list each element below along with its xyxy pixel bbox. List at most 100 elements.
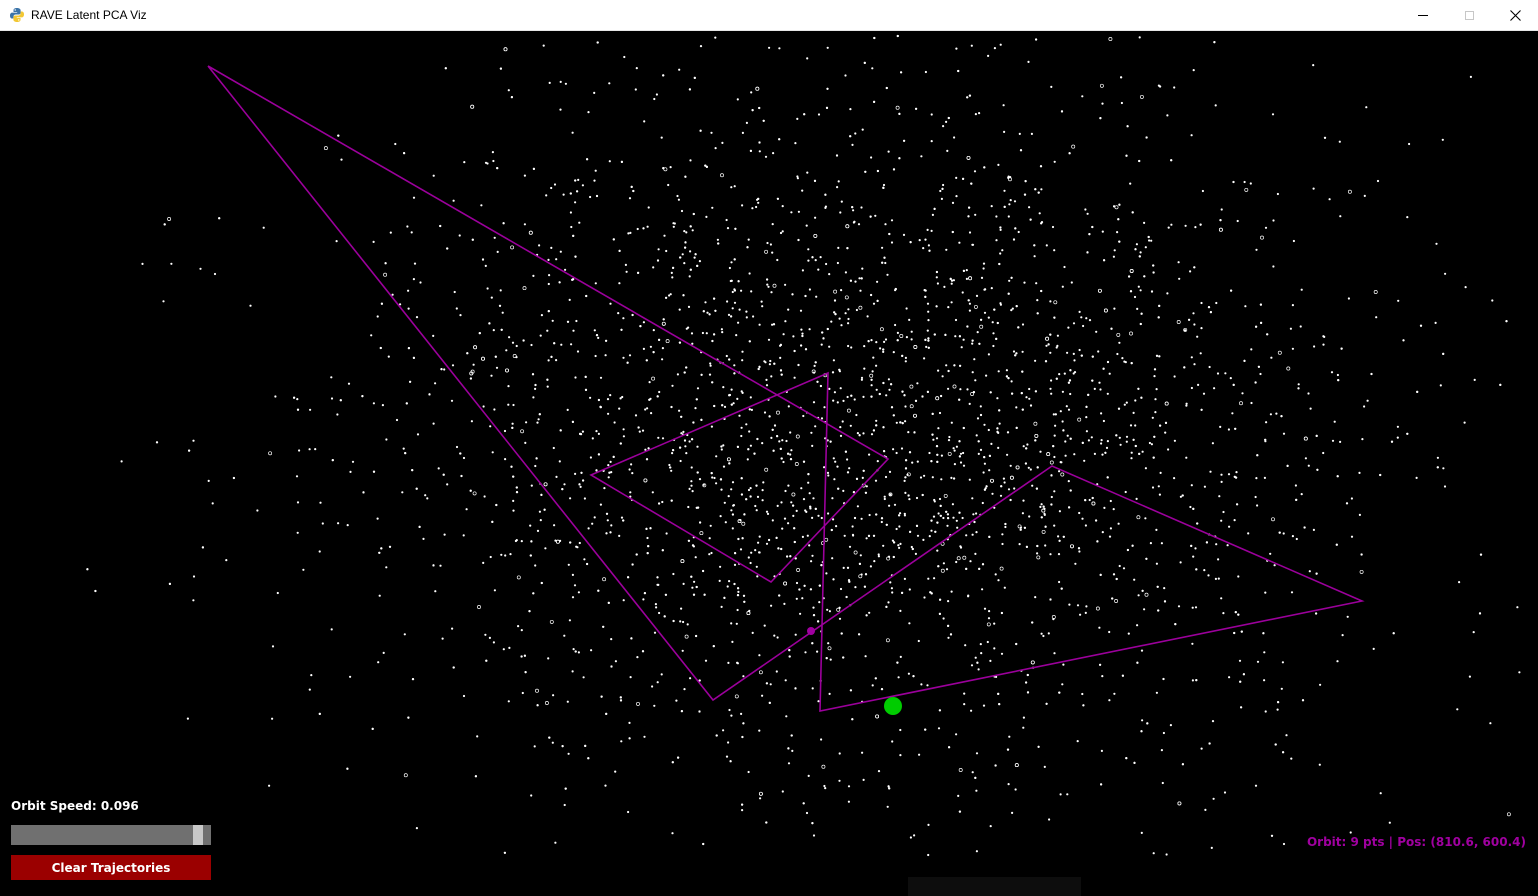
latent-point (452, 199, 455, 202)
latent-point (1285, 734, 1288, 737)
latent-point (1082, 704, 1085, 707)
latent-point (624, 263, 628, 266)
latent-point (607, 464, 610, 467)
latent-point (1113, 692, 1116, 695)
latent-point (405, 402, 408, 405)
latent-point (379, 346, 382, 350)
latent-point (698, 260, 702, 263)
latent-point (733, 372, 736, 375)
latent-point (730, 403, 733, 406)
orbit-speed-slider[interactable] (11, 825, 211, 845)
slider-handle[interactable] (193, 825, 203, 845)
latent-point (1108, 535, 1112, 538)
latent-point (510, 245, 515, 250)
latent-point (829, 440, 832, 443)
latent-point (748, 408, 751, 411)
latent-point (510, 96, 513, 99)
pca-canvas[interactable] (0, 31, 1538, 896)
latent-point (1292, 239, 1295, 243)
latent-point (539, 519, 542, 522)
latent-point (851, 533, 855, 536)
latent-point (825, 572, 828, 575)
latent-point (883, 450, 886, 453)
latent-point (899, 728, 902, 732)
latent-point (749, 487, 752, 490)
latent-point (383, 272, 388, 277)
latent-point (989, 825, 992, 828)
latent-point (1464, 286, 1467, 289)
latent-point (1312, 528, 1315, 531)
clear-trajectories-button[interactable]: Clear Trajectories (11, 855, 211, 880)
latent-point (938, 411, 942, 415)
close-button[interactable] (1492, 0, 1538, 30)
orbit-position-marker[interactable] (884, 697, 902, 715)
latent-point (981, 588, 984, 591)
latent-point (793, 349, 796, 353)
latent-point (769, 683, 772, 686)
latent-point (595, 334, 599, 337)
latent-point (950, 476, 953, 479)
latent-point (943, 493, 948, 498)
latent-point (692, 593, 696, 596)
latent-point (627, 810, 630, 814)
latent-point (1017, 524, 1022, 529)
latent-point (1083, 459, 1086, 462)
latent-point (840, 324, 843, 327)
latent-point (750, 290, 753, 293)
latent-point (1379, 792, 1382, 795)
latent-point (1184, 224, 1187, 227)
maximize-button[interactable] (1446, 0, 1492, 30)
latent-point (713, 404, 716, 408)
latent-point (1014, 763, 1019, 768)
latent-point (1008, 279, 1011, 282)
latent-point (1323, 335, 1326, 338)
latent-point (758, 729, 761, 732)
latent-point (866, 315, 869, 318)
latent-point (992, 332, 995, 335)
latent-point (853, 398, 856, 401)
latent-point (1106, 392, 1109, 395)
latent-point (998, 703, 1001, 706)
latent-point (568, 298, 571, 301)
latent-point (540, 493, 543, 496)
latent-point (840, 289, 843, 292)
latent-point (1117, 218, 1120, 221)
latent-point (619, 442, 622, 445)
latent-point (682, 294, 685, 297)
latent-point (748, 272, 751, 275)
latent-point (818, 584, 821, 587)
latent-point (613, 421, 616, 424)
latent-point (1070, 544, 1074, 549)
latent-point (477, 605, 481, 609)
latent-point (515, 491, 519, 494)
latent-point (1370, 372, 1373, 376)
latent-point (1020, 392, 1023, 395)
latent-point (908, 622, 911, 625)
latent-point (679, 446, 682, 449)
latent-point (1054, 413, 1057, 416)
title-bar[interactable]: RAVE Latent PCA Viz (0, 0, 1538, 31)
latent-point (670, 499, 673, 502)
latent-point (755, 509, 758, 512)
latent-point (857, 223, 861, 226)
minimize-button[interactable] (1400, 0, 1446, 30)
latent-point (249, 304, 252, 307)
latent-point (836, 261, 840, 265)
latent-point (865, 537, 868, 540)
latent-point (1041, 508, 1046, 513)
latent-point (594, 169, 597, 172)
latent-point (845, 595, 848, 599)
latent-point (1215, 301, 1218, 305)
latent-point (1263, 651, 1266, 654)
latent-point (453, 290, 456, 294)
latent-scatter-plot[interactable] (0, 31, 1538, 896)
latent-point (1045, 702, 1048, 705)
latent-point (831, 557, 834, 560)
latent-point (839, 387, 842, 390)
latent-point (875, 424, 878, 427)
latent-point (1469, 75, 1472, 78)
latent-point (1358, 513, 1361, 516)
latent-point (665, 296, 668, 299)
latent-point (812, 834, 816, 837)
latent-point (1138, 159, 1141, 163)
